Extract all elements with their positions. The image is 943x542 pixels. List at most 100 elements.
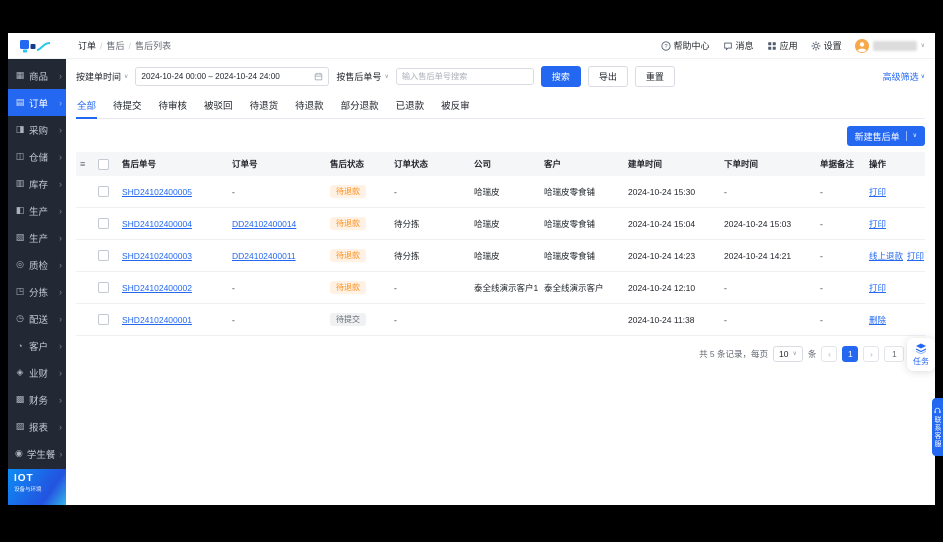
tab-6[interactable]: 部分退款 bbox=[340, 93, 380, 118]
advanced-filter-link[interactable]: 高级筛选 ∨ bbox=[883, 70, 925, 83]
search-button[interactable]: 搜索 bbox=[540, 66, 581, 87]
chevron-down-icon: ∨ bbox=[912, 133, 917, 139]
iot-panel[interactable]: IOT 设备与环境 bbox=[8, 469, 66, 505]
tab-1[interactable]: 待提交 bbox=[112, 93, 143, 118]
action-link[interactable]: 打印 bbox=[869, 219, 886, 229]
row-checkbox[interactable] bbox=[98, 186, 109, 198]
sidebar-item-label: 分拣 bbox=[29, 287, 49, 299]
sidebar-item-customers[interactable]: ◔ 客户 › bbox=[8, 332, 66, 359]
breadcrumb-separator: / bbox=[128, 40, 132, 51]
breadcrumb-module[interactable]: 订单 bbox=[78, 39, 96, 52]
col-ordered-time: 下单时间 bbox=[720, 152, 816, 176]
sidebar-item-production[interactable]: ◧ 生产 › bbox=[8, 197, 66, 224]
action-link[interactable]: 删除 bbox=[869, 315, 886, 325]
sidebar-item-orders[interactable]: ▤ 订单 › bbox=[8, 89, 66, 116]
time-field-select[interactable]: 按建单时间 ∨ bbox=[76, 70, 128, 83]
aftersale-code-link[interactable]: SHD24102400004 bbox=[122, 219, 192, 229]
aftersale-code-cell: SHD24102400003 bbox=[118, 239, 228, 272]
messages-link[interactable]: 消息 bbox=[723, 39, 754, 52]
page-1-button[interactable]: 1 bbox=[842, 346, 859, 362]
action-link[interactable]: 打印 bbox=[907, 251, 924, 261]
sidebar-item-storage[interactable]: ◫ 仓储 › bbox=[8, 143, 66, 170]
apps-label: 应用 bbox=[779, 41, 798, 51]
tab-3[interactable]: 被驳回 bbox=[203, 93, 234, 118]
task-float-button[interactable]: 任务 bbox=[907, 338, 935, 371]
new-aftersale-button[interactable]: 新建售后单 ∨ bbox=[846, 126, 925, 146]
sidebar-item-quality[interactable]: ◎ 质检 › bbox=[8, 251, 66, 278]
production-2-icon: ▧ bbox=[15, 232, 25, 242]
sidebar-item-label: 生产 bbox=[29, 233, 49, 245]
row-checkbox[interactable] bbox=[98, 250, 109, 262]
aftersale-code-link[interactable]: SHD24102400001 bbox=[122, 315, 192, 325]
help-center-link[interactable]: ? 帮助中心 bbox=[660, 39, 710, 52]
next-icon: › bbox=[869, 349, 873, 359]
iot-title: IOT bbox=[14, 473, 34, 484]
sidebar-item-label: 商品 bbox=[29, 71, 49, 83]
page-size-select[interactable]: 10 ∨ bbox=[773, 346, 803, 362]
order-code-link[interactable]: DD24102400011 bbox=[232, 251, 296, 261]
tab-bar: 全部 待提交 待审核 被驳回 待退货 待退款 部分退款 已退款 被反审 bbox=[76, 93, 925, 119]
sidebar-item-purchase[interactable]: ◨ 采购 › bbox=[8, 116, 66, 143]
search-input[interactable] bbox=[395, 68, 534, 85]
tab-2[interactable]: 待审核 bbox=[158, 93, 189, 118]
apps-grid-icon bbox=[767, 41, 776, 50]
sidebar-item-reports[interactable]: ▨ 报表 › bbox=[8, 413, 66, 440]
order-code-link[interactable]: DD24102400014 bbox=[232, 219, 296, 229]
table-row: SHD24102400005- 待退款 - 哈瑞皮 哈瑞皮零食铺 2024-10-24 1… bbox=[76, 176, 925, 208]
tab-8[interactable]: 被反审 bbox=[440, 93, 471, 118]
table-body: SHD24102400005- 待退款 - 哈瑞皮 哈瑞皮零食铺 2024-10-24 1… bbox=[76, 176, 925, 336]
select-all-checkbox[interactable] bbox=[98, 158, 109, 170]
row-checkbox-cell bbox=[94, 239, 118, 272]
prev-page-button[interactable]: ‹ bbox=[821, 346, 838, 362]
sidebar-item-production-2[interactable]: ▧ 生产 › bbox=[8, 224, 66, 251]
action-link[interactable]: 打印 bbox=[869, 187, 886, 197]
user-menu[interactable]: ∨ bbox=[854, 38, 925, 53]
action-link[interactable]: 线上退款 bbox=[869, 251, 903, 261]
company-cell: 哈瑞皮 bbox=[470, 176, 540, 208]
orders-icon: ▤ bbox=[15, 97, 25, 107]
created-time-cell: 2024-10-24 11:38 bbox=[624, 303, 720, 336]
page-jump-input[interactable]: 1 bbox=[884, 346, 905, 362]
sidebar-item-finance[interactable]: ▩ 财务 › bbox=[8, 386, 66, 413]
row-checkbox[interactable] bbox=[98, 282, 109, 294]
expand-all-header[interactable]: ≡ bbox=[76, 152, 94, 176]
apps-link[interactable]: 应用 bbox=[767, 39, 798, 52]
pagination: 共 5 条记录，每页 10 ∨ 条 ‹ 1 › 1 /1页 bbox=[76, 336, 925, 372]
sidebar-item-inventory[interactable]: ▥ 库存 › bbox=[8, 170, 66, 197]
ordered-time-cell: - bbox=[720, 271, 816, 304]
contact-support-label: 联系客服 bbox=[934, 415, 941, 448]
contact-support-tab[interactable]: 联系客服 bbox=[932, 398, 943, 456]
sorting-icon: ◳ bbox=[15, 286, 25, 296]
tab-4[interactable]: 待退货 bbox=[249, 93, 280, 118]
sidebar-item-goods[interactable]: ▦ 商品 › bbox=[8, 62, 66, 89]
user-name-redacted bbox=[872, 40, 917, 51]
sidebar-item-label: 业财 bbox=[29, 368, 49, 380]
aftersale-code-link[interactable]: SHD24102400002 bbox=[122, 283, 192, 293]
row-checkbox[interactable] bbox=[98, 314, 109, 326]
created-time-cell: 2024-10-24 14:23 bbox=[624, 239, 720, 272]
sidebar-item-biz-finance[interactable]: ◈ 业财 › bbox=[8, 359, 66, 386]
settings-link[interactable]: 设置 bbox=[811, 39, 842, 52]
sidebar-item-delivery[interactable]: ◷ 配送 › bbox=[8, 305, 66, 332]
tab-5[interactable]: 待退款 bbox=[294, 93, 325, 118]
tab-7[interactable]: 已退款 bbox=[395, 93, 426, 118]
tab-0[interactable]: 全部 bbox=[76, 93, 98, 119]
code-field-select[interactable]: 按售后单号 ∨ bbox=[336, 70, 388, 83]
chevron-right-icon: › bbox=[59, 97, 62, 108]
export-button[interactable]: 导出 bbox=[587, 66, 628, 87]
aftersale-code-link[interactable]: SHD24102400005 bbox=[122, 187, 192, 197]
sidebar-item-label: 采购 bbox=[29, 125, 49, 137]
sidebar-item-student-meal[interactable]: ◉ 学生餐 › bbox=[8, 440, 66, 467]
breadcrumb-section[interactable]: 售后 bbox=[107, 39, 125, 52]
aftersale-code-link[interactable]: SHD24102400003 bbox=[122, 251, 192, 261]
sidebar-item-sorting[interactable]: ◳ 分拣 › bbox=[8, 278, 66, 305]
row-checkbox[interactable] bbox=[98, 218, 109, 230]
action-link[interactable]: 打印 bbox=[869, 283, 886, 293]
reset-button[interactable]: 重置 bbox=[634, 66, 675, 87]
order-code-cell: DD24102400011 bbox=[228, 239, 326, 272]
next-page-button[interactable]: › bbox=[863, 346, 880, 362]
date-range-picker[interactable]: 2024-10-24 00:00 – 2024-10-24 24:00 bbox=[135, 67, 330, 86]
aftersale-code-cell: SHD24102400004 bbox=[118, 207, 228, 240]
sidebar-item-label: 财务 bbox=[29, 395, 49, 407]
time-field-label: 按建单时间 bbox=[76, 72, 122, 82]
